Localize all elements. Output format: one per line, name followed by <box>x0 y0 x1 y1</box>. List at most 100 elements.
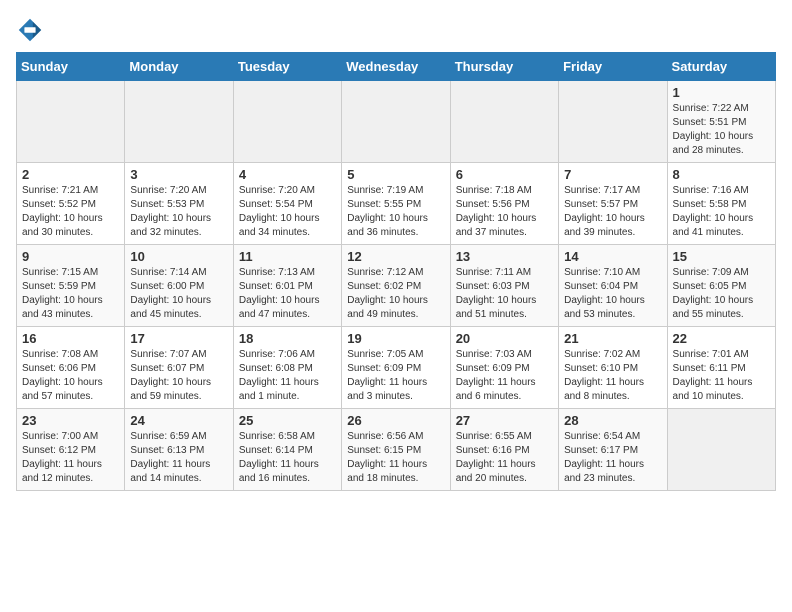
weekday-header-row: SundayMondayTuesdayWednesdayThursdayFrid… <box>17 53 776 81</box>
day-info: Sunrise: 7:19 AM Sunset: 5:55 PM Dayligh… <box>347 184 444 240</box>
day-info: Sunrise: 7:05 AM Sunset: 6:09 PM Dayligh… <box>347 348 444 404</box>
calendar-cell: 6 Sunrise: 7:18 AM Sunset: 5:56 PM Daylig… <box>450 163 558 245</box>
calendar-cell: 17Sunrise: 7:07 AM Sunset: 6:07 PM Dayli… <box>125 327 233 409</box>
weekday-tuesday: Tuesday <box>233 53 341 81</box>
day-number: 1 <box>673 85 770 100</box>
weekday-sunday: Sunday <box>17 53 125 81</box>
weekday-monday: Monday <box>125 53 233 81</box>
day-number: 21 <box>564 331 661 346</box>
calendar-cell <box>667 409 775 491</box>
calendar-cell: 8 Sunrise: 7:16 AM Sunset: 5:58 PM Daylig… <box>667 163 775 245</box>
calendar-week-4: 16 Sunrise: 7:08 AM Sunset: 6:06 PM Dayli… <box>17 327 776 409</box>
day-info: Sunrise: 6:56 AM Sunset: 6:15 PM Dayligh… <box>347 430 444 486</box>
day-number: 26 <box>347 413 444 428</box>
day-info: Sunrise: 7:15 AM Sunset: 5:59 PM Dayligh… <box>22 266 119 322</box>
calendar-cell: 3 Sunrise: 7:20 AM Sunset: 5:53 PM Daylig… <box>125 163 233 245</box>
calendar-cell: 25 Sunrise: 6:58 AM Sunset: 6:14 PM Dayli… <box>233 409 341 491</box>
calendar-cell <box>17 81 125 163</box>
calendar-cell <box>342 81 450 163</box>
day-number: 15 <box>673 249 770 264</box>
day-number: 7 <box>564 167 661 182</box>
calendar-cell: 18Sunrise: 7:06 AM Sunset: 6:08 PM Dayli… <box>233 327 341 409</box>
day-info: Sunrise: 7:12 AM Sunset: 6:02 PM Dayligh… <box>347 266 444 322</box>
day-info: Sunrise: 7:20 AM Sunset: 5:53 PM Dayligh… <box>130 184 227 240</box>
day-info: Sunrise: 7:10 AM Sunset: 6:04 PM Dayligh… <box>564 266 661 322</box>
logo <box>16 16 48 44</box>
calendar-cell: 1 Sunrise: 7:22 AM Sunset: 5:51 PM Daylig… <box>667 81 775 163</box>
day-info: Sunrise: 7:20 AM Sunset: 5:54 PM Dayligh… <box>239 184 336 240</box>
day-number: 2 <box>22 167 119 182</box>
calendar-cell: 9 Sunrise: 7:15 AM Sunset: 5:59 PM Daylig… <box>17 245 125 327</box>
day-info: Sunrise: 6:59 AM Sunset: 6:13 PM Dayligh… <box>130 430 227 486</box>
calendar-body: 1 Sunrise: 7:22 AM Sunset: 5:51 PM Daylig… <box>17 81 776 491</box>
day-info: Sunrise: 6:58 AM Sunset: 6:14 PM Dayligh… <box>239 430 336 486</box>
day-number: 6 <box>456 167 553 182</box>
calendar-cell <box>125 81 233 163</box>
day-number: 12 <box>347 249 444 264</box>
calendar-cell: 20 Sunrise: 7:03 AM Sunset: 6:09 PM Dayli… <box>450 327 558 409</box>
day-number: 8 <box>673 167 770 182</box>
day-number: 18 <box>239 331 336 346</box>
calendar-week-5: 23 Sunrise: 7:00 AM Sunset: 6:12 PM Dayli… <box>17 409 776 491</box>
calendar-header: SundayMondayTuesdayWednesdayThursdayFrid… <box>17 53 776 81</box>
day-number: 22 <box>673 331 770 346</box>
day-number: 23 <box>22 413 119 428</box>
weekday-friday: Friday <box>559 53 667 81</box>
day-number: 5 <box>347 167 444 182</box>
day-info: Sunrise: 7:18 AM Sunset: 5:56 PM Dayligh… <box>456 184 553 240</box>
day-info: Sunrise: 7:07 AM Sunset: 6:07 PM Dayligh… <box>130 348 227 404</box>
day-number: 20 <box>456 331 553 346</box>
day-number: 9 <box>22 249 119 264</box>
calendar-cell: 2 Sunrise: 7:21 AM Sunset: 5:52 PM Daylig… <box>17 163 125 245</box>
day-info: Sunrise: 7:02 AM Sunset: 6:10 PM Dayligh… <box>564 348 661 404</box>
day-info: Sunrise: 7:00 AM Sunset: 6:12 PM Dayligh… <box>22 430 119 486</box>
day-number: 4 <box>239 167 336 182</box>
calendar-cell: 13 Sunrise: 7:11 AM Sunset: 6:03 PM Dayli… <box>450 245 558 327</box>
calendar-cell: 7 Sunrise: 7:17 AM Sunset: 5:57 PM Daylig… <box>559 163 667 245</box>
calendar-cell: 27 Sunrise: 6:55 AM Sunset: 6:16 PM Dayli… <box>450 409 558 491</box>
day-number: 13 <box>456 249 553 264</box>
day-number: 14 <box>564 249 661 264</box>
day-number: 19 <box>347 331 444 346</box>
day-info: Sunrise: 6:55 AM Sunset: 6:16 PM Dayligh… <box>456 430 553 486</box>
day-number: 28 <box>564 413 661 428</box>
day-info: Sunrise: 7:21 AM Sunset: 5:52 PM Dayligh… <box>22 184 119 240</box>
day-info: Sunrise: 6:54 AM Sunset: 6:17 PM Dayligh… <box>564 430 661 486</box>
day-number: 16 <box>22 331 119 346</box>
calendar-cell: 12 Sunrise: 7:12 AM Sunset: 6:02 PM Dayli… <box>342 245 450 327</box>
day-info: Sunrise: 7:01 AM Sunset: 6:11 PM Dayligh… <box>673 348 770 404</box>
calendar-cell: 23 Sunrise: 7:00 AM Sunset: 6:12 PM Dayli… <box>17 409 125 491</box>
calendar-cell: 24 Sunrise: 6:59 AM Sunset: 6:13 PM Dayli… <box>125 409 233 491</box>
calendar-cell <box>233 81 341 163</box>
day-number: 25 <box>239 413 336 428</box>
day-info: Sunrise: 7:16 AM Sunset: 5:58 PM Dayligh… <box>673 184 770 240</box>
weekday-thursday: Thursday <box>450 53 558 81</box>
day-number: 11 <box>239 249 336 264</box>
day-info: Sunrise: 7:09 AM Sunset: 6:05 PM Dayligh… <box>673 266 770 322</box>
weekday-wednesday: Wednesday <box>342 53 450 81</box>
day-info: Sunrise: 7:14 AM Sunset: 6:00 PM Dayligh… <box>130 266 227 322</box>
day-number: 27 <box>456 413 553 428</box>
calendar-week-1: 1 Sunrise: 7:22 AM Sunset: 5:51 PM Daylig… <box>17 81 776 163</box>
page-header <box>16 16 776 44</box>
day-info: Sunrise: 7:17 AM Sunset: 5:57 PM Dayligh… <box>564 184 661 240</box>
calendar-cell <box>559 81 667 163</box>
day-info: Sunrise: 7:08 AM Sunset: 6:06 PM Dayligh… <box>22 348 119 404</box>
day-info: Sunrise: 7:13 AM Sunset: 6:01 PM Dayligh… <box>239 266 336 322</box>
logo-icon <box>16 16 44 44</box>
day-info: Sunrise: 7:03 AM Sunset: 6:09 PM Dayligh… <box>456 348 553 404</box>
day-info: Sunrise: 7:11 AM Sunset: 6:03 PM Dayligh… <box>456 266 553 322</box>
calendar-cell: 21 Sunrise: 7:02 AM Sunset: 6:10 PM Dayli… <box>559 327 667 409</box>
calendar-cell: 11 Sunrise: 7:13 AM Sunset: 6:01 PM Dayli… <box>233 245 341 327</box>
calendar-week-2: 2 Sunrise: 7:21 AM Sunset: 5:52 PM Daylig… <box>17 163 776 245</box>
calendar-cell: 15 Sunrise: 7:09 AM Sunset: 6:05 PM Dayli… <box>667 245 775 327</box>
calendar-cell: 10 Sunrise: 7:14 AM Sunset: 6:00 PM Dayli… <box>125 245 233 327</box>
day-number: 24 <box>130 413 227 428</box>
day-number: 3 <box>130 167 227 182</box>
calendar-week-3: 9 Sunrise: 7:15 AM Sunset: 5:59 PM Daylig… <box>17 245 776 327</box>
calendar-cell: 4 Sunrise: 7:20 AM Sunset: 5:54 PM Daylig… <box>233 163 341 245</box>
day-number: 10 <box>130 249 227 264</box>
calendar-cell: 26 Sunrise: 6:56 AM Sunset: 6:15 PM Dayli… <box>342 409 450 491</box>
calendar-cell: 16 Sunrise: 7:08 AM Sunset: 6:06 PM Dayli… <box>17 327 125 409</box>
day-info: Sunrise: 7:22 AM Sunset: 5:51 PM Dayligh… <box>673 102 770 158</box>
